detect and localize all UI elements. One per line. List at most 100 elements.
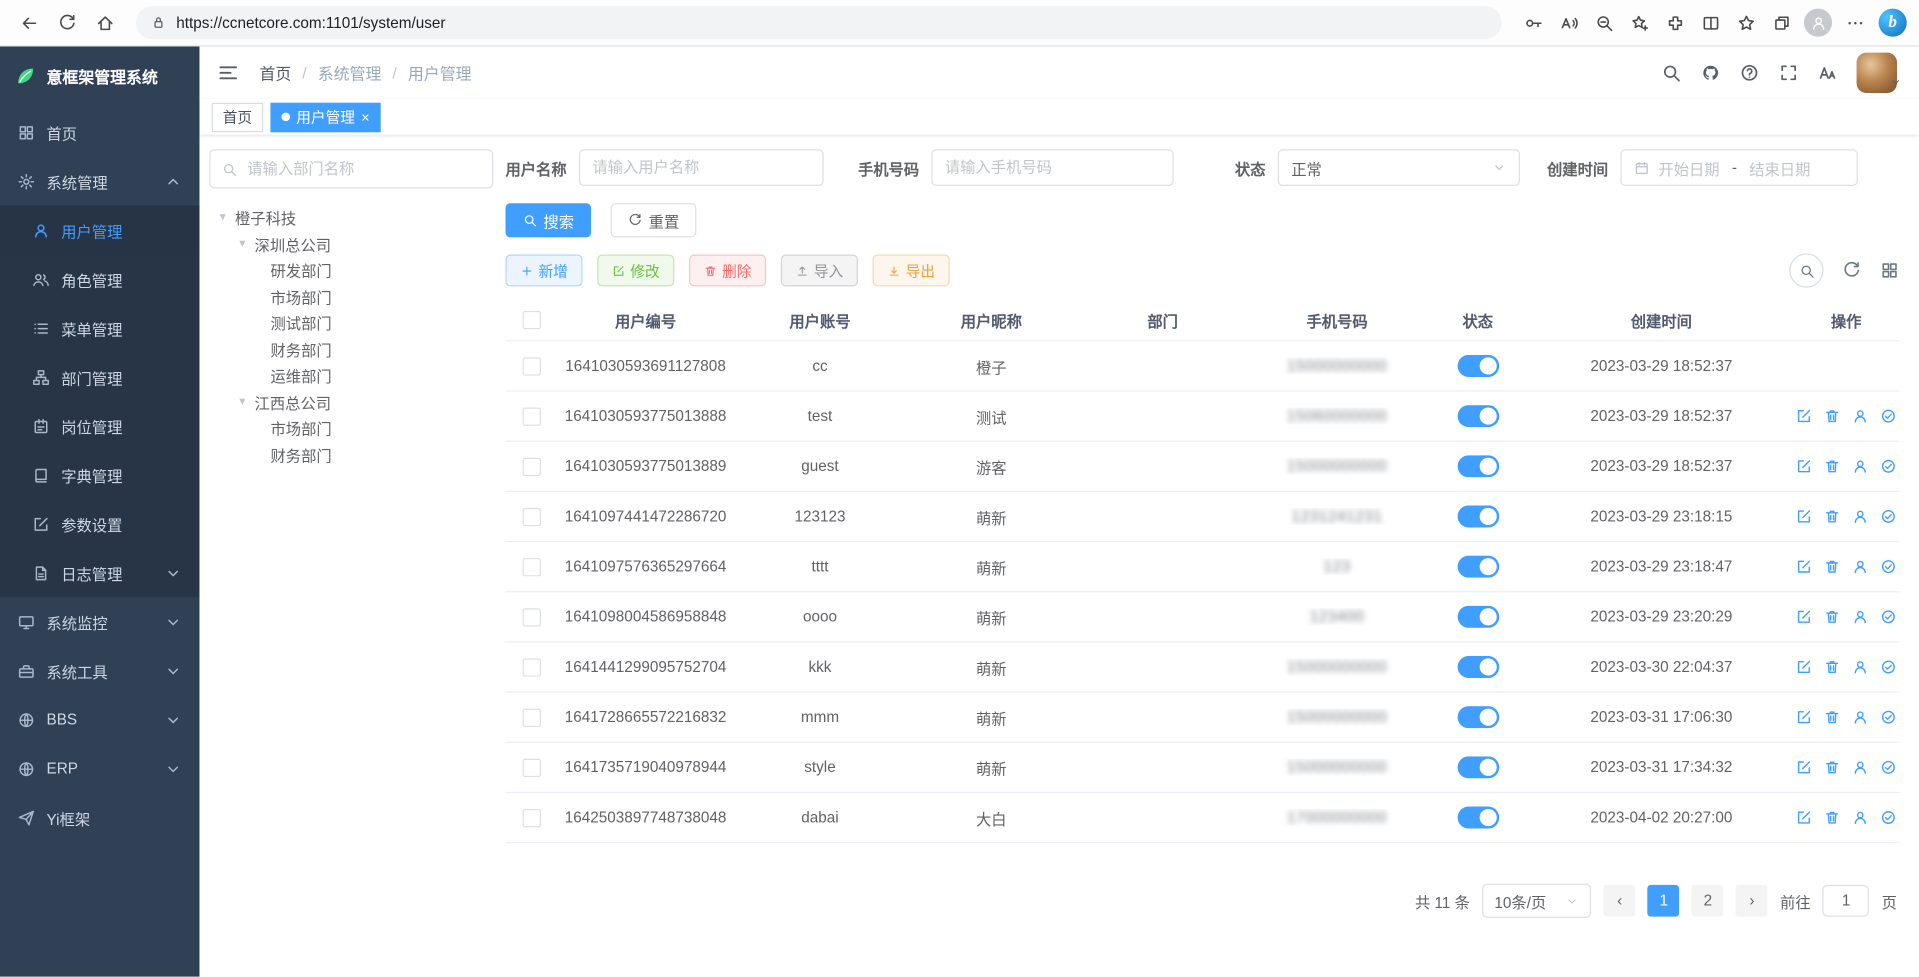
status-toggle[interactable] <box>1457 505 1499 527</box>
sidebar-item-yiframe[interactable]: Yi框架 <box>0 793 199 842</box>
sidebar-item-menu[interactable]: 菜单管理 <box>0 304 199 353</box>
status-toggle[interactable] <box>1457 807 1499 829</box>
browser-split-screen-button[interactable] <box>1694 6 1727 39</box>
reset-password-icon[interactable] <box>1852 809 1869 826</box>
delete-icon[interactable] <box>1824 658 1841 675</box>
tree-node-江西总公司[interactable]: ▾江西总公司 <box>209 389 493 415</box>
delete-icon[interactable] <box>1824 759 1841 776</box>
assign-role-icon[interactable] <box>1880 508 1897 525</box>
header-fullscreen-icon[interactable] <box>1778 62 1799 83</box>
browser-profile-avatar[interactable] <box>1804 9 1832 37</box>
search-button[interactable]: 搜索 <box>505 203 591 237</box>
header-font-size-icon[interactable] <box>1817 62 1838 83</box>
edit-icon[interactable] <box>1795 809 1812 826</box>
status-toggle[interactable] <box>1457 706 1499 728</box>
delete-icon[interactable] <box>1824 608 1841 625</box>
tree-node-市场部门[interactable]: 市场部门 <box>209 283 493 309</box>
breadcrumb-item-0[interactable]: 首页 <box>259 61 291 84</box>
row-checkbox[interactable] <box>522 658 540 676</box>
address-bar[interactable]: https://ccnetcore.com:1101/system/user <box>136 6 1502 39</box>
browser-refresh-button[interactable] <box>50 6 83 39</box>
header-search-icon[interactable] <box>1661 62 1682 83</box>
sidebar-item-role[interactable]: 角色管理 <box>0 255 199 304</box>
status-toggle[interactable] <box>1457 355 1499 377</box>
page-button-2[interactable]: 2 <box>1692 885 1724 917</box>
reset-password-icon[interactable] <box>1852 458 1869 475</box>
delete-icon[interactable] <box>1824 809 1841 826</box>
tree-node-研发部门[interactable]: 研发部门 <box>209 257 493 283</box>
reset-password-icon[interactable] <box>1852 658 1869 675</box>
tree-node-财务部门[interactable]: 财务部门 <box>209 336 493 362</box>
sidebar-item-erp[interactable]: ERP <box>0 744 199 793</box>
edit-icon[interactable] <box>1795 558 1812 575</box>
browser-home-button[interactable] <box>88 6 121 39</box>
edit-icon[interactable] <box>1795 709 1812 726</box>
browser-collections-button[interactable] <box>1765 6 1798 39</box>
edit-icon[interactable] <box>1795 458 1812 475</box>
dept-search-input[interactable] <box>245 159 481 179</box>
status-toggle[interactable] <box>1457 405 1499 427</box>
row-checkbox[interactable] <box>522 758 540 776</box>
refresh-table-button[interactable] <box>1842 261 1862 281</box>
browser-read-aloud-button[interactable] <box>1552 6 1585 39</box>
status-toggle[interactable] <box>1457 606 1499 628</box>
reset-password-icon[interactable] <box>1852 608 1869 625</box>
phone-input[interactable] <box>931 149 1173 186</box>
reset-password-icon[interactable] <box>1852 558 1869 575</box>
tree-expand-caret-icon[interactable]: ▾ <box>236 395 248 408</box>
edit-icon[interactable] <box>1795 508 1812 525</box>
row-checkbox[interactable] <box>522 558 540 576</box>
row-checkbox[interactable] <box>522 407 540 425</box>
browser-favorite-add-button[interactable] <box>1623 6 1656 39</box>
assign-role-icon[interactable] <box>1880 458 1897 475</box>
browser-key-button[interactable] <box>1516 6 1549 39</box>
browser-zoom-out-button[interactable] <box>1587 6 1620 39</box>
header-github-icon[interactable] <box>1700 62 1721 83</box>
next-page-button[interactable]: › <box>1736 885 1768 917</box>
sidebar-item-dept[interactable]: 部门管理 <box>0 352 199 401</box>
delete-icon[interactable] <box>1824 408 1841 425</box>
tree-node-市场部门[interactable]: 市场部门 <box>209 415 493 441</box>
export-button[interactable]: 导出 <box>873 255 950 287</box>
sidebar-item-log[interactable]: 日志管理 <box>0 548 199 597</box>
tree-node-运维部门[interactable]: 运维部门 <box>209 362 493 388</box>
toggle-search-button[interactable] <box>1789 253 1823 287</box>
reset-password-icon[interactable] <box>1852 709 1869 726</box>
assign-role-icon[interactable] <box>1880 658 1897 675</box>
page-size-select[interactable]: 10条/页 <box>1482 884 1591 918</box>
sidebar-item-bbs[interactable]: BBS <box>0 695 199 744</box>
row-checkbox[interactable] <box>522 357 540 375</box>
date-end-placeholder[interactable]: 结束日期 <box>1749 156 1810 179</box>
browser-favorites-bar-button[interactable] <box>1729 6 1762 39</box>
tree-node-测试部门[interactable]: 测试部门 <box>209 310 493 336</box>
status-toggle[interactable] <box>1457 556 1499 578</box>
row-checkbox[interactable] <box>522 808 540 826</box>
date-range-picker[interactable]: 开始日期 - 结束日期 <box>1620 149 1857 186</box>
column-settings-button[interactable] <box>1880 261 1900 281</box>
import-button[interactable]: 导入 <box>781 255 858 287</box>
sidebar-item-param[interactable]: 参数设置 <box>0 499 199 548</box>
sidebar-item-tool[interactable]: 系统工具 <box>0 646 199 695</box>
delete-icon[interactable] <box>1824 458 1841 475</box>
tree-expand-caret-icon[interactable]: ▾ <box>217 211 229 224</box>
edit-icon[interactable] <box>1795 759 1812 776</box>
row-checkbox[interactable] <box>522 708 540 726</box>
username-input[interactable] <box>579 149 824 186</box>
add-button[interactable]: 新增 <box>505 255 582 287</box>
sidebar-collapse-icon[interactable] <box>217 61 240 84</box>
reset-password-icon[interactable] <box>1852 759 1869 776</box>
row-checkbox[interactable] <box>522 457 540 475</box>
delete-icon[interactable] <box>1824 709 1841 726</box>
assign-role-icon[interactable] <box>1880 759 1897 776</box>
row-checkbox[interactable] <box>522 608 540 626</box>
browser-more-button[interactable] <box>1838 6 1871 39</box>
browser-extension-button[interactable] <box>1658 6 1691 39</box>
sidebar-item-monitor[interactable]: 系统监控 <box>0 597 199 646</box>
edit-button[interactable]: 修改 <box>597 255 674 287</box>
reset-button[interactable]: 重置 <box>611 203 697 237</box>
reset-password-icon[interactable] <box>1852 408 1869 425</box>
date-start-placeholder[interactable]: 开始日期 <box>1658 156 1719 179</box>
assign-role-icon[interactable] <box>1880 558 1897 575</box>
status-toggle[interactable] <box>1457 656 1499 678</box>
goto-page-input[interactable] <box>1823 885 1870 917</box>
